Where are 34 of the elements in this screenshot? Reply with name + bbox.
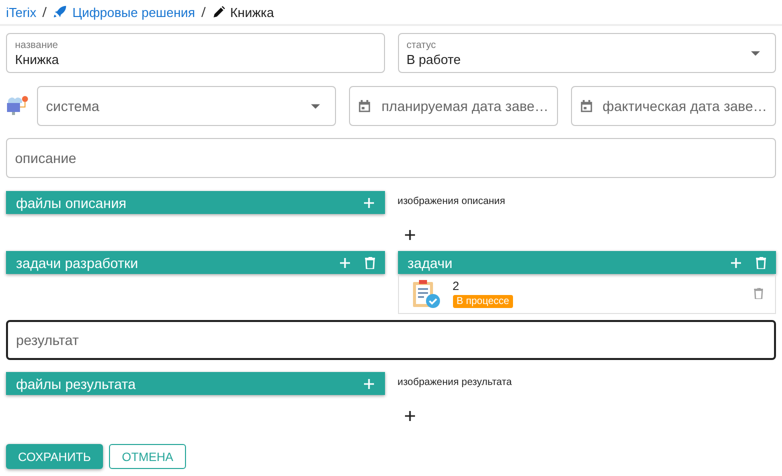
checklist-icon (410, 278, 440, 308)
date-field[interactable]: фактическая дата заве… (570, 86, 776, 126)
add-icon[interactable] (404, 229, 416, 241)
panel-header: файлы результата (6, 372, 384, 395)
add-icon[interactable] (404, 410, 416, 422)
rocket-icon (53, 5, 68, 19)
task-name: 2 (452, 279, 460, 293)
slash-icon (42, 7, 48, 17)
pencil-icon (212, 6, 226, 18)
system-icon (6, 94, 30, 116)
breadcrumb-current: Книжка (230, 4, 274, 20)
save-button[interactable]: СОХРАНИТЬ (6, 444, 103, 469)
panel-header: файлы описания (6, 191, 384, 214)
task-item[interactable]: 2 В процессе (398, 274, 776, 314)
calendar-icon[interactable] (358, 100, 372, 112)
breadcrumb-link[interactable]: iTerix (6, 4, 36, 20)
name-field[interactable]: название Книжка (6, 33, 384, 73)
date-field[interactable]: планируемая дата заве… (349, 86, 558, 126)
images-label: изображения результата (398, 377, 512, 388)
status-select[interactable]: статус В работе (398, 33, 776, 73)
system-select[interactable]: система (37, 86, 336, 126)
cancel-button[interactable]: ОТМЕНА (108, 444, 186, 469)
slash-icon (201, 7, 206, 17)
caret-icon[interactable] (311, 104, 320, 108)
panel-header: задачи (398, 251, 776, 274)
calendar-icon[interactable] (580, 100, 593, 112)
images-label: изображения описания (398, 196, 506, 207)
description-field[interactable]: описание (6, 138, 776, 178)
result-field[interactable]: результат (6, 320, 776, 360)
status-badge: В процессе (452, 295, 514, 308)
caret-icon[interactable] (751, 50, 760, 56)
trash-icon[interactable] (754, 288, 763, 299)
breadcrumb-link[interactable]: Цифровые решения (72, 4, 196, 20)
panel-header: задачи разработки (6, 251, 384, 274)
